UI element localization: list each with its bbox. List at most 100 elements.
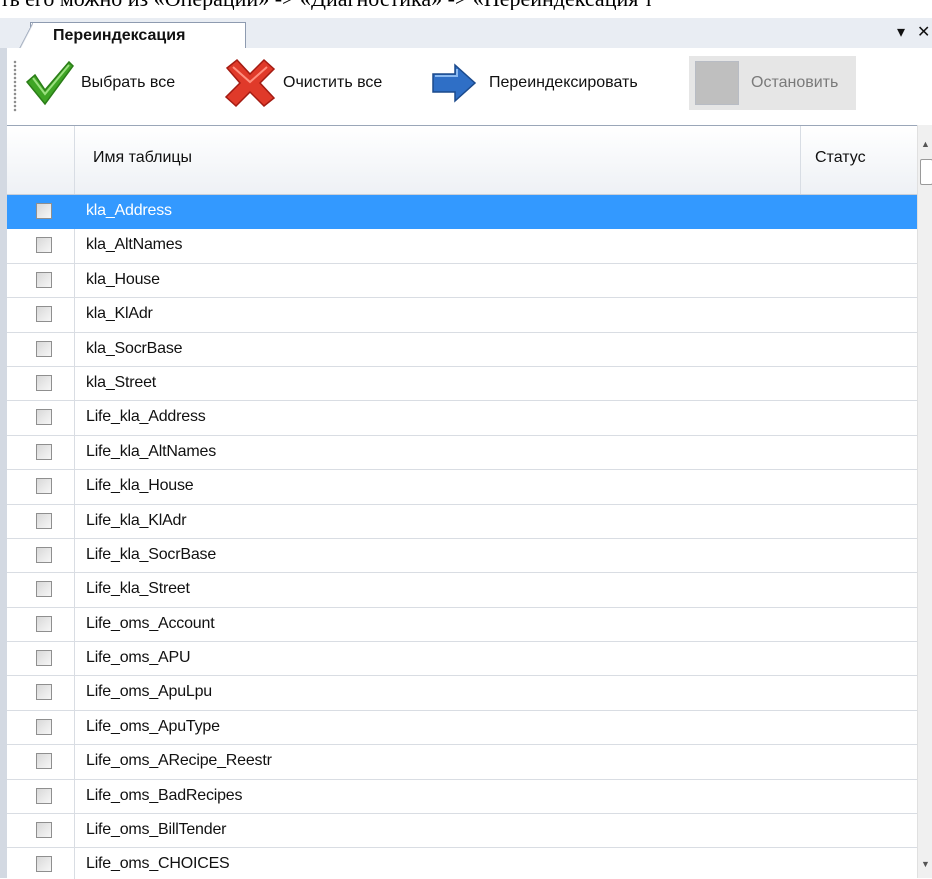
table-row[interactable]: Life_oms_ARecipe_Reestr [7,745,917,780]
row-divider [74,848,75,879]
tables-grid[interactable]: Имя таблицы Статус kla_Address kla_AltNam… [7,125,917,879]
grid-rows: kla_Address kla_AltNames kla_House kla_KlAd… [7,195,917,879]
close-icon[interactable]: ✕ [917,22,930,42]
row-divider [74,745,75,779]
select-all-button[interactable]: Выбрать все [25,56,175,110]
checkmark-icon [25,60,74,106]
row-divider [74,538,75,573]
row-divider [74,470,75,504]
clear-all-button[interactable]: Очистить все [223,56,382,110]
row-checkbox[interactable] [36,374,52,391]
table-name-cell: kla_AltNames [86,236,183,254]
row-divider [74,676,75,710]
grid-header: Имя таблицы Статус [7,126,917,195]
scroll-up-icon[interactable]: ▲ [921,139,930,149]
column-divider[interactable] [800,126,801,194]
table-name-cell: Life_kla_Street [86,580,190,598]
table-row[interactable]: kla_KlAdr [7,298,917,333]
table-row[interactable]: kla_AltNames [7,229,917,264]
table-row[interactable]: Life_oms_BadRecipes [7,779,917,815]
arrow-right-icon [432,63,477,103]
row-divider [74,195,75,229]
red-x-icon [224,58,276,108]
table-name-cell: Life_kla_AltNames [86,442,216,460]
row-checkbox[interactable] [36,718,52,735]
row-checkbox[interactable] [36,306,52,323]
row-divider [74,366,75,401]
row-checkbox[interactable] [36,822,52,839]
panel-menu-icon[interactable]: ▾ [897,22,905,42]
select-all-label: Выбрать все [81,74,176,91]
row-divider [74,573,75,607]
row-divider [74,710,75,745]
row-divider [74,401,75,435]
table-name-cell: Life_oms_CHOICES [86,855,230,873]
row-divider [74,435,75,470]
table-row[interactable]: Life_oms_ApuType [7,710,917,746]
row-checkbox[interactable] [36,443,52,460]
table-name-cell: kla_Street [86,373,157,391]
row-divider [74,229,75,263]
tab-reindex[interactable]: Переиндексация [19,22,246,49]
row-checkbox[interactable] [36,615,52,632]
stop-button[interactable]: Остановить [689,56,857,110]
row-divider [74,263,75,298]
table-name-cell: kla_SocrBase [86,339,183,357]
table-row[interactable]: Life_oms_BillTender [7,814,917,849]
row-checkbox[interactable] [36,409,52,426]
row-checkbox[interactable] [36,787,52,804]
reindex-button[interactable]: Переиндексировать [431,56,638,110]
table-row[interactable]: Life_kla_KlAdr [7,504,917,539]
vertical-scrollbar[interactable]: ▲ ▼ [917,125,932,878]
table-row[interactable]: kla_SocrBase [7,332,917,367]
table-row[interactable]: Life_kla_SocrBase [7,538,917,574]
panel-tab-bar: Переиндексация ▾ ✕ [0,18,932,49]
row-checkbox[interactable] [36,684,52,701]
row-divider [74,779,75,814]
table-row[interactable]: Life_oms_CHOICES [7,848,917,879]
toolbar-grip[interactable] [13,60,17,112]
table-row[interactable]: Life_oms_ApuLpu [7,676,917,711]
row-checkbox[interactable] [36,478,52,495]
table-row[interactable]: Life_oms_Account [7,607,917,643]
table-row[interactable]: Life_kla_Street [7,573,917,608]
row-checkbox[interactable] [36,650,52,667]
column-header-name[interactable]: Имя таблицы [93,149,192,167]
row-checkbox[interactable] [36,546,52,563]
table-name-cell: Life_oms_BadRecipes [86,786,243,804]
row-checkbox[interactable] [36,753,52,770]
table-row[interactable]: Life_kla_AltNames [7,435,917,471]
table-row[interactable]: kla_Street [7,366,917,402]
row-divider [74,332,75,366]
table-name-cell: kla_KlAdr [86,305,153,323]
table-name-cell: Life_kla_Address [86,408,206,426]
row-selector-header[interactable] [7,126,75,194]
row-divider [74,298,75,332]
row-checkbox[interactable] [36,856,52,873]
table-row[interactable]: kla_Address [7,195,917,230]
tab-reindex-label: Переиндексация [53,27,186,44]
row-checkbox[interactable] [36,237,52,254]
row-checkbox[interactable] [36,271,52,288]
scroll-down-icon[interactable]: ▼ [921,859,930,869]
reindex-label: Переиндексировать [489,74,638,91]
row-checkbox[interactable] [36,340,52,357]
scrollbar-thumb[interactable] [920,159,932,185]
table-name-cell: kla_Address [86,202,172,219]
table-name-cell: Life_oms_Account [86,614,215,632]
table-name-cell: Life_oms_ApuType [86,717,220,735]
table-name-cell: Life_kla_KlAdr [86,511,187,529]
table-row[interactable]: Life_kla_House [7,470,917,505]
column-header-status[interactable]: Статус [815,149,866,167]
row-checkbox[interactable] [36,203,52,219]
table-row[interactable]: Life_kla_Address [7,401,917,436]
table-name-cell: Life_kla_House [86,477,194,495]
table-row[interactable]: kla_House [7,263,917,299]
row-checkbox[interactable] [36,581,52,598]
table-row[interactable]: Life_oms_APU [7,642,917,677]
row-divider [74,642,75,676]
table-name-cell: Life_kla_SocrBase [86,545,217,563]
row-checkbox[interactable] [36,512,52,529]
clear-all-label: Очистить все [283,74,383,91]
stop-icon [695,61,739,105]
